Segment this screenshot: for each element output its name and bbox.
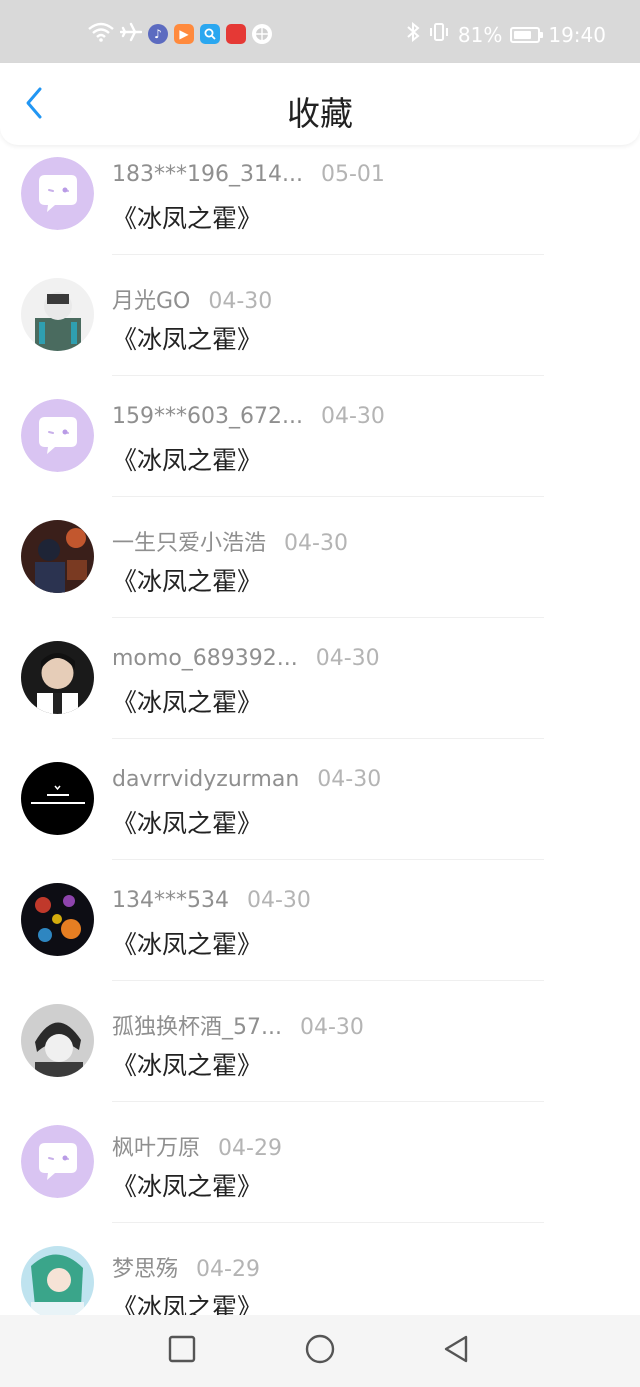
divider [112, 1101, 544, 1102]
item-meta: 梦思殇 04-29 [112, 1251, 260, 1283]
username[interactable]: 一生只爱小浩浩 [112, 525, 266, 557]
avatar[interactable] [21, 883, 94, 956]
divider [112, 980, 544, 981]
item-date: 04-30 [320, 404, 385, 429]
username[interactable]: momo_689392... [112, 646, 298, 671]
item-date: 04-29 [196, 1257, 260, 1282]
book-title[interactable]: 《冰凤之霍》 [112, 199, 262, 235]
item-date: 04-30 [284, 531, 348, 556]
airplane-icon [119, 22, 143, 46]
list-item[interactable]: 梦思殇 04-29 《冰凤之霍》 [0, 1234, 640, 1315]
search-app-icon [200, 24, 220, 44]
list-item[interactable]: 183***196_314... 05-01 《冰凤之霍》 [0, 145, 640, 266]
book-title[interactable]: 《冰凤之霍》 [112, 804, 262, 840]
list-item[interactable]: 159***603_672... 04-30 《冰凤之霍》 [0, 387, 640, 508]
item-meta: 枫叶万原 04-29 [112, 1130, 282, 1162]
username[interactable]: 梦思殇 [112, 1251, 178, 1283]
book-title[interactable]: 《冰凤之霍》 [112, 1288, 262, 1315]
list-item[interactable]: momo_689392... 04-30 《冰凤之霍》 [0, 629, 640, 750]
item-date: 04-30 [208, 289, 273, 314]
username[interactable]: 枫叶万原 [112, 1130, 200, 1162]
book-title[interactable]: 《冰凤之霍》 [112, 441, 262, 477]
recents-button[interactable] [166, 1335, 198, 1367]
divider [112, 617, 544, 618]
recents-square-icon [168, 1335, 196, 1367]
back-triangle-icon [442, 1334, 470, 1368]
music-app-icon: ♪ [148, 24, 168, 44]
divider [112, 738, 544, 739]
avatar[interactable] [21, 278, 94, 351]
ball-app-icon [252, 24, 272, 44]
username[interactable]: 孤独换杯酒_57... [112, 1009, 282, 1041]
bluetooth-icon [406, 21, 420, 47]
item-date: 04-29 [218, 1136, 282, 1161]
item-date: 05-01 [320, 162, 385, 187]
wifi-icon [88, 22, 114, 46]
item-meta: 一生只爱小浩浩 04-30 [112, 525, 348, 557]
item-date: 04-30 [246, 888, 311, 913]
book-title[interactable]: 《冰凤之霍》 [112, 1046, 262, 1082]
list-item[interactable]: 134***534 04-30 《冰凤之霍》 [0, 871, 640, 992]
list-item[interactable]: 枫叶万原 04-29 《冰凤之霍》 [0, 1113, 640, 1234]
avatar[interactable] [21, 1246, 94, 1315]
favorites-list: 183***196_314... 05-01 《冰凤之霍》 月光GO 04-30… [0, 145, 640, 1315]
system-nav-bar [0, 1315, 640, 1387]
avatar[interactable] [21, 1004, 94, 1077]
video-app-icon: ▶ [174, 24, 194, 44]
app-header: 收藏 [0, 63, 640, 145]
list-item[interactable]: 孤独换杯酒_57... 04-30 《冰凤之霍》 [0, 992, 640, 1113]
item-meta: 月光GO 04-30 [112, 283, 272, 315]
username[interactable]: 134***534 [112, 888, 229, 913]
book-title[interactable]: 《冰凤之霍》 [112, 320, 262, 356]
system-back-button[interactable] [440, 1335, 472, 1367]
book-title[interactable]: 《冰凤之霍》 [112, 562, 262, 598]
vibrate-icon [428, 22, 450, 47]
home-circle-icon [305, 1334, 335, 1368]
item-date: 04-30 [315, 646, 380, 671]
status-bar: ♪ ▶ 81% 19:40 [0, 0, 640, 63]
status-icons-left: ♪ ▶ [88, 22, 272, 46]
book-title[interactable]: 《冰凤之霍》 [112, 683, 262, 719]
avatar[interactable] [21, 641, 94, 714]
username[interactable]: 159***603_672... [112, 404, 303, 429]
avatar[interactable] [21, 399, 94, 472]
username[interactable]: davrrvidyzurman [112, 767, 299, 792]
avatar[interactable] [21, 157, 94, 230]
item-meta: 134***534 04-30 [112, 888, 311, 913]
item-date: 04-30 [317, 767, 382, 792]
item-date: 04-30 [299, 1015, 364, 1040]
status-icons-right: 81% 19:40 [406, 21, 606, 47]
page-title: 收藏 [287, 94, 353, 133]
battery-icon [510, 26, 544, 43]
username[interactable]: 月光GO [112, 283, 190, 315]
divider [112, 375, 544, 376]
item-meta: 孤独换杯酒_57... 04-30 [112, 1009, 364, 1041]
store-app-icon [226, 24, 246, 44]
list-item[interactable]: davrrvidyzurman 04-30 《冰凤之霍》 [0, 750, 640, 871]
list-item[interactable]: 月光GO 04-30 《冰凤之霍》 [0, 266, 640, 387]
username[interactable]: 183***196_314... [112, 162, 303, 187]
divider [112, 254, 544, 255]
divider [112, 496, 544, 497]
list-item[interactable]: 一生只爱小浩浩 04-30 《冰凤之霍》 [0, 508, 640, 629]
divider [112, 859, 544, 860]
divider [112, 1222, 544, 1223]
avatar[interactable] [21, 520, 94, 593]
book-title[interactable]: 《冰凤之霍》 [112, 925, 262, 961]
item-meta: momo_689392... 04-30 [112, 646, 380, 671]
avatar[interactable] [21, 762, 94, 835]
avatar[interactable] [21, 1125, 94, 1198]
battery-percent: 81% [457, 22, 503, 47]
book-title[interactable]: 《冰凤之霍》 [112, 1167, 262, 1203]
item-meta: davrrvidyzurman 04-30 [112, 767, 381, 792]
item-meta: 183***196_314... 05-01 [112, 162, 385, 187]
item-meta: 159***603_672... 04-30 [112, 404, 385, 429]
home-button[interactable] [304, 1334, 336, 1368]
clock: 19:40 [548, 22, 606, 47]
